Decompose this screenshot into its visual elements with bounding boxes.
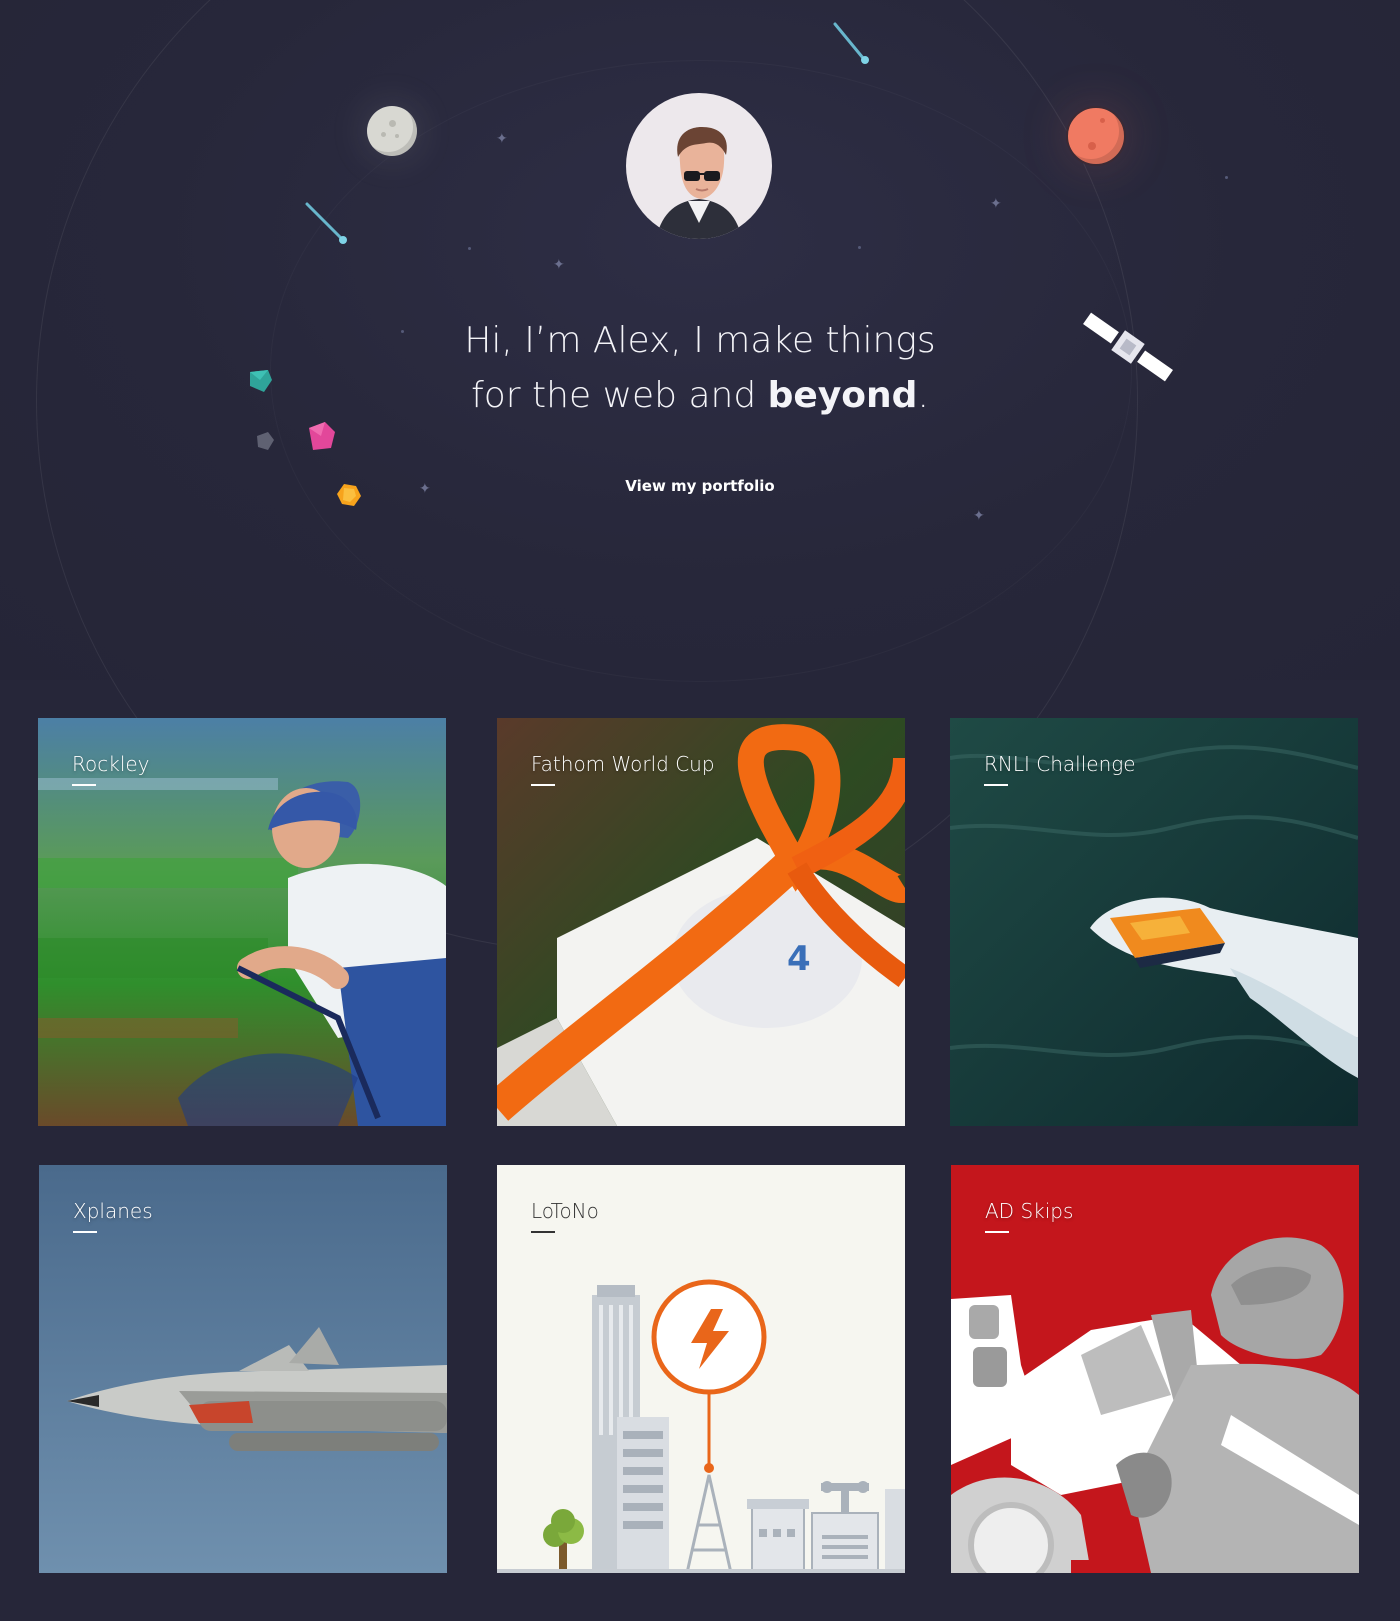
tile-title: AD Skips	[985, 1199, 1074, 1223]
star-dot	[1225, 176, 1228, 179]
gem-pink-icon	[309, 422, 335, 450]
portfolio-tile-lotono[interactable]: LoToNo	[497, 1165, 905, 1573]
star-dot	[468, 247, 471, 250]
hero-section: ✦ ✦ ✦ ✦ ✦ Hi, I’m Alex, I make things fo…	[0, 0, 1400, 952]
star-dot	[858, 246, 861, 249]
tile-title: Xplanes	[73, 1199, 153, 1223]
headline-line-2: for the web and beyond.	[390, 368, 1010, 423]
star-icon: ✦	[496, 130, 508, 146]
gem-teal-icon	[250, 370, 272, 392]
tile-title: LoToNo	[531, 1199, 599, 1223]
headline-line-1: Hi, I’m Alex, I make things	[464, 320, 936, 361]
tile-title: RNLI Challenge	[984, 752, 1136, 776]
star-icon: ✦	[973, 507, 985, 523]
avatar	[626, 93, 772, 239]
portfolio-tile-ad-skips[interactable]: AD Skips	[951, 1165, 1359, 1573]
asteroid-gray-icon	[257, 432, 274, 450]
hero-headline: Hi, I’m Alex, I make things for the web …	[390, 313, 1010, 423]
tile-title-underline	[531, 784, 555, 786]
star-icon: ✦	[990, 195, 1002, 211]
lotono-illustration	[497, 1165, 905, 1573]
portfolio-tile-rockley[interactable]: Rockley	[38, 718, 446, 1126]
headline-suffix: .	[917, 375, 929, 416]
tile-title-underline	[73, 1231, 97, 1233]
star-icon: ✦	[553, 256, 565, 272]
tile-title-underline	[985, 1231, 1009, 1233]
gem-orange-icon	[337, 484, 361, 506]
tile-title: Fathom World Cup	[531, 752, 715, 776]
star-icon: ✦	[419, 480, 431, 496]
svg-text:4: 4	[787, 939, 811, 979]
xplanes-image	[39, 1165, 447, 1573]
portfolio-tile-xplanes[interactable]: Xplanes	[39, 1165, 447, 1573]
rnli-challenge-image	[950, 718, 1358, 1126]
view-portfolio-link[interactable]: View my portfolio	[600, 477, 800, 495]
headline-line-2-text: for the web and	[471, 375, 768, 416]
headline-emphasis: beyond	[767, 375, 918, 416]
satellite-icon	[1083, 312, 1173, 382]
tile-title-underline	[984, 784, 1008, 786]
ad-skips-illustration	[951, 1165, 1359, 1573]
rockley-image	[38, 718, 446, 1126]
comet-icon	[305, 202, 347, 244]
tile-title-underline	[531, 1231, 555, 1233]
comet-icon	[833, 22, 869, 64]
mars-planet-icon	[1066, 106, 1126, 166]
tile-title-underline	[72, 784, 96, 786]
moon-icon	[367, 106, 417, 156]
portfolio-tile-fathom-world-cup[interactable]: 4 Fathom World Cup	[497, 718, 905, 1126]
tile-title: Rockley	[72, 752, 150, 776]
fathom-world-cup-image: 4	[497, 718, 905, 1126]
portfolio-tile-rnli-challenge[interactable]: RNLI Challenge	[950, 718, 1358, 1126]
